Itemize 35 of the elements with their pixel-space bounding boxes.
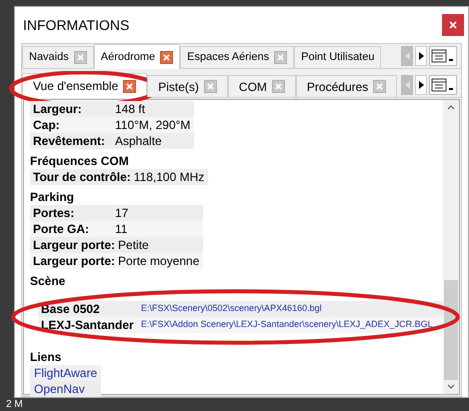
field-value: 17 — [114, 205, 130, 222]
tab[interactable]: Aérodrome — [94, 44, 180, 69]
field-label: Base 0502 — [40, 301, 101, 318]
link[interactable]: OpenNav — [30, 381, 102, 397]
tab[interactable]: Navaids — [22, 46, 94, 68]
field-label: Largeur porte: — [32, 237, 116, 254]
tab[interactable]: Point Utilisateu — [294, 46, 382, 68]
window-title: INFORMATIONS — [23, 16, 130, 34]
field-value: 110°M, 290°M — [114, 117, 192, 134]
section-heading: Fréquences COM — [30, 154, 129, 169]
section-heading: Parking — [30, 190, 74, 205]
field-label: Portes: — [32, 205, 76, 222]
tab[interactable]: Piste(s) — [147, 75, 228, 97]
link[interactable]: FlightAware — [30, 365, 102, 381]
field-label: Largeur: — [32, 101, 83, 118]
field-value: 11 — [114, 221, 128, 238]
file-path: E:\FSX\Scenery\0502\scenery\APX46160.bgl — [140, 302, 323, 316]
field-value: 118,100 MHz — [132, 169, 206, 186]
file-path: E:\FSX\Addon Scenery\LEXJ-Santander\scenery\LEXJ_ADEX_JCR.BGL — [140, 318, 434, 332]
section-heading: Scène — [30, 274, 66, 289]
tab[interactable]: Espaces Aériens — [180, 46, 294, 68]
field-value: Asphalte — [114, 133, 163, 150]
tab[interactable]: COM — [228, 75, 296, 97]
field-label: LEXJ-Santander — [40, 317, 135, 334]
field-label: Tour de contrôle: — [32, 169, 131, 186]
field-label: Largeur porte: — [32, 253, 116, 270]
field-value: Porte moyenne — [117, 253, 200, 270]
field-label: Revêtement: — [32, 133, 106, 150]
status-text: 2 M — [6, 399, 23, 410]
section-heading: Liens — [30, 350, 62, 365]
field-value: 148 ft — [114, 101, 146, 118]
field-label: Cap: — [32, 117, 61, 134]
tab[interactable]: Procédures — [296, 75, 398, 97]
field-value: Petite — [117, 237, 150, 254]
field-label: Porte GA: — [32, 221, 90, 238]
